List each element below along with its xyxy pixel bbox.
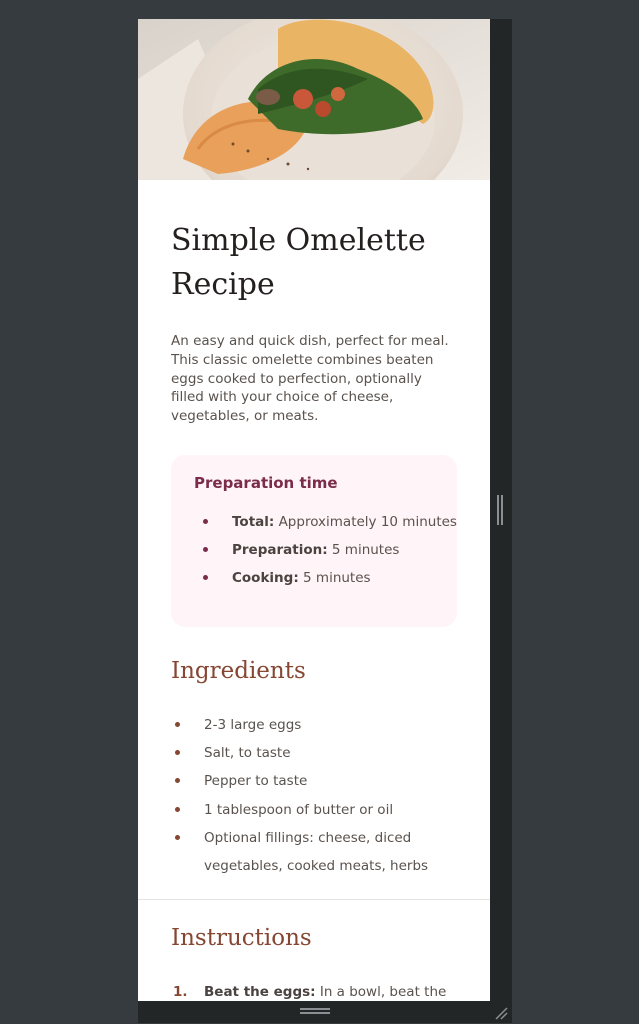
step-number: 1. <box>173 984 188 1000</box>
recipe-title: Simple Omelette Recipe <box>171 223 426 302</box>
list-item: Total: Approximately 10 minutes <box>171 513 457 541</box>
recipe-intro: An easy and quick dish, perfect for meal… <box>171 333 449 425</box>
list-item: Optional fillings: cheese, diced vegetab… <box>171 824 457 880</box>
ingredients-heading: Ingredients <box>171 658 306 684</box>
list-item: Pepper to taste <box>171 767 457 795</box>
prep-value: Approximately 10 minutes <box>274 514 457 530</box>
section-divider <box>138 899 490 900</box>
resize-rail-bottom <box>138 1001 512 1023</box>
prep-value: 5 minutes <box>298 570 371 586</box>
prep-label: Total: <box>232 514 275 530</box>
step-text: In a bowl, beat the <box>315 984 447 1000</box>
instructions-list: 1. Beat the eggs: In a bowl, beat the <box>171 982 457 1001</box>
corner-resize-icon[interactable] <box>494 1005 508 1020</box>
preparation-card: Preparation time Total: Approximately 10… <box>171 455 457 627</box>
height-resize-handle[interactable] <box>300 1008 330 1014</box>
step-label: Beat the eggs: <box>204 984 316 1000</box>
prep-value: 5 minutes <box>327 542 400 558</box>
list-item: Salt, to taste <box>171 739 457 767</box>
hero-image <box>138 19 490 180</box>
list-item: 1 tablespoon of butter or oil <box>171 796 457 824</box>
prep-label: Cooking: <box>232 570 299 586</box>
instructions-heading: Instructions <box>171 925 312 951</box>
recipe-page[interactable]: Simple Omelette Recipe An easy and quick… <box>138 19 490 1001</box>
preparation-list: Total: Approximately 10 minutes Preparat… <box>171 513 457 597</box>
prep-label: Preparation: <box>232 542 328 558</box>
device-frame: Simple Omelette Recipe An easy and quick… <box>138 19 512 1023</box>
preparation-title: Preparation time <box>194 474 338 492</box>
list-item: Preparation: 5 minutes <box>171 541 457 569</box>
ingredients-list: 2-3 large eggs Salt, to taste Pepper to … <box>171 711 457 880</box>
list-item: 1. Beat the eggs: In a bowl, beat the <box>171 982 457 1001</box>
list-item: Cooking: 5 minutes <box>171 569 457 597</box>
list-item: 2-3 large eggs <box>171 711 457 739</box>
width-resize-handle[interactable] <box>497 495 503 525</box>
